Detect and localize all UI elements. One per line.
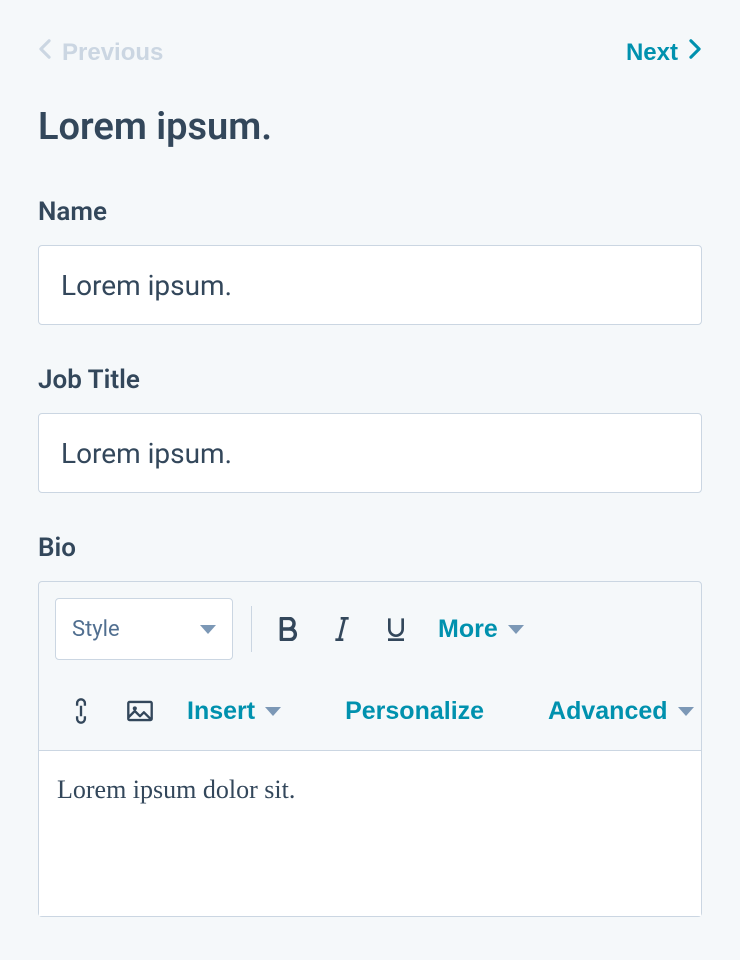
editor-toolbar: Style [39, 582, 701, 751]
more-dropdown[interactable]: More [432, 615, 530, 644]
name-input[interactable] [38, 245, 702, 325]
bio-content-area [39, 751, 701, 916]
next-button[interactable]: Next [626, 38, 702, 67]
toolbar-row-2: Insert Personalize Advanced [55, 688, 685, 734]
job-title-field-group: Job Title [38, 365, 702, 493]
underline-button[interactable] [378, 609, 414, 649]
bold-icon [278, 617, 298, 641]
page-nav: Previous Next [38, 38, 702, 67]
underline-icon [386, 617, 406, 641]
style-select-label: Style [72, 617, 120, 642]
image-button[interactable] [121, 691, 159, 731]
chevron-right-icon [688, 38, 702, 67]
toolbar-row-1: Style [55, 598, 685, 660]
previous-button[interactable]: Previous [38, 38, 163, 67]
advanced-dropdown[interactable]: Advanced [542, 697, 699, 726]
bio-field-group: Bio Style [38, 533, 702, 917]
chevron-left-icon [38, 38, 52, 67]
insert-label: Insert [187, 697, 255, 726]
personalize-button[interactable]: Personalize [339, 697, 490, 726]
name-label: Name [38, 197, 702, 227]
italic-icon [333, 617, 351, 641]
link-icon [70, 698, 92, 724]
advanced-label: Advanced [548, 697, 667, 726]
bio-label: Bio [38, 533, 702, 563]
style-select[interactable]: Style [55, 598, 233, 660]
bold-button[interactable] [270, 609, 306, 649]
image-icon [127, 700, 153, 722]
insert-dropdown[interactable]: Insert [181, 697, 287, 726]
bio-editor: Style [38, 581, 702, 917]
italic-button[interactable] [324, 609, 360, 649]
job-title-label: Job Title [38, 365, 702, 395]
next-label: Next [626, 39, 678, 67]
job-title-input[interactable] [38, 413, 702, 493]
page-title: Lorem ipsum. [38, 105, 702, 149]
divider [251, 606, 252, 652]
more-label: More [438, 615, 498, 644]
bio-textarea[interactable] [57, 775, 683, 885]
personalize-label: Personalize [345, 697, 484, 725]
previous-label: Previous [62, 39, 163, 67]
chevron-down-icon [678, 707, 694, 716]
name-field-group: Name [38, 197, 702, 325]
chevron-down-icon [508, 625, 524, 634]
chevron-down-icon [265, 707, 281, 716]
link-button[interactable] [63, 691, 99, 731]
chevron-down-icon [200, 625, 216, 634]
